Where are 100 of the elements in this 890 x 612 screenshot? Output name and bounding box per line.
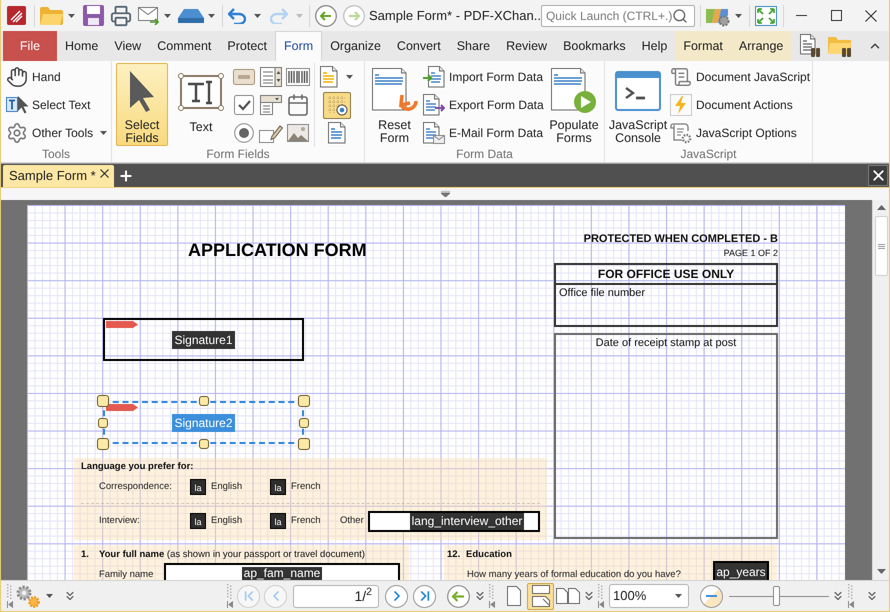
app-logo-icon[interactable] — [7, 6, 26, 25]
list-box-field-icon[interactable] — [260, 67, 282, 87]
scroll-down-icon[interactable] — [876, 569, 886, 574]
resize-handle[interactable] — [98, 418, 108, 428]
javascript-options-button[interactable]: JavaScript Options — [668, 119, 812, 147]
caret-icon[interactable] — [164, 14, 171, 18]
radio-button-field-icon[interactable] — [234, 123, 254, 143]
ribbon-tab[interactable]: File — [3, 31, 57, 61]
select-fields-button[interactable]: Select Fields — [116, 63, 168, 146]
combo-box-field-icon[interactable] — [260, 95, 282, 115]
caret-icon[interactable] — [346, 75, 353, 79]
document-icon[interactable] — [328, 122, 346, 144]
search-icon[interactable] — [672, 8, 688, 24]
resize-handle[interactable] — [97, 438, 109, 450]
toolbar-grip-icon[interactable] — [489, 584, 495, 608]
tool-button[interactable]: Select Text — [4, 91, 110, 119]
maximize-icon[interactable] — [830, 10, 842, 21]
resize-handle[interactable] — [198, 396, 208, 406]
text-select-icon[interactable] — [6, 95, 28, 115]
document-actions-button[interactable]: Document Actions — [668, 91, 812, 119]
fullscreen-icon[interactable] — [754, 6, 777, 26]
barcode-field-icon[interactable] — [286, 68, 310, 86]
resize-handle[interactable] — [198, 439, 208, 449]
text-field[interactable]: lang_interview_other — [368, 510, 540, 532]
populate-forms-button[interactable]: Populate Forms — [546, 63, 602, 146]
folder-binoculars-icon[interactable] — [828, 34, 854, 58]
lightning-icon[interactable] — [670, 94, 692, 116]
image-field-icon[interactable] — [286, 124, 308, 142]
reset-form-button[interactable]: Reset Form — [368, 63, 421, 146]
button-field-icon[interactable] — [232, 69, 254, 85]
ribbon-tab[interactable]: View — [106, 31, 150, 61]
text-field[interactable]: ap_years — [713, 561, 769, 580]
pointer-arrow-icon[interactable] — [129, 70, 155, 112]
envelope-icon[interactable] — [138, 6, 160, 24]
caret-icon[interactable] — [254, 14, 261, 18]
ribbon-tab[interactable]: Protect — [219, 31, 276, 61]
document-play-icon[interactable] — [551, 68, 597, 114]
scroll-thumb[interactable] — [874, 216, 888, 276]
toolbar-grip-icon[interactable] — [227, 584, 233, 608]
slider-thumb[interactable] — [773, 586, 780, 606]
dropdown-triangle-icon[interactable] — [440, 191, 450, 197]
gear-icon[interactable] — [6, 122, 28, 144]
document-javascript-button[interactable]: Document JavaScript — [668, 63, 812, 91]
scroll-gear-icon[interactable] — [670, 122, 692, 144]
close-icon[interactable] — [865, 10, 878, 22]
next-page-button[interactable] — [385, 584, 408, 608]
checkbox-field[interactable]: la — [190, 513, 206, 529]
ribbon-tab[interactable]: Format — [675, 31, 731, 61]
javascript-console-button[interactable]: JavaScript Console — [608, 63, 668, 146]
text-field[interactable]: ap_fam_name — [164, 563, 400, 580]
scroll-icon[interactable] — [670, 66, 692, 88]
caret-icon[interactable] — [46, 594, 53, 598]
toolbar-grip-icon[interactable] — [7, 584, 13, 608]
import-form-data-button[interactable]: Import Form Data — [421, 63, 546, 91]
tool-button[interactable]: Hand — [4, 63, 110, 91]
gears-icon[interactable] — [15, 584, 41, 608]
printer-icon[interactable] — [110, 4, 132, 26]
quick-launch-field[interactable]: Quick Launch (CTRL+.) — [540, 4, 695, 26]
ribbon-tab[interactable]: Help — [634, 31, 676, 61]
checkbox-field[interactable]: la — [270, 513, 286, 529]
page-layout-button[interactable] — [527, 582, 554, 610]
toolbar-grip-icon[interactable] — [598, 584, 604, 608]
ribbon-tab[interactable]: Convert — [388, 31, 449, 61]
document-binoculars-icon[interactable] — [800, 34, 822, 58]
checkbox-field-icon[interactable] — [234, 95, 254, 115]
resize-handle[interactable] — [97, 395, 109, 407]
resize-handle[interactable] — [298, 438, 310, 450]
text-field-icon[interactable] — [178, 73, 224, 111]
document-tab[interactable]: Sample Form * — [3, 165, 114, 187]
toolbar-grip-icon[interactable] — [848, 584, 854, 608]
minimize-icon[interactable] — [796, 15, 807, 16]
caret-icon[interactable] — [734, 14, 742, 18]
vertical-scrollbar[interactable] — [872, 200, 889, 580]
calendar-icon[interactable] — [286, 93, 310, 117]
document-icon[interactable] — [320, 66, 338, 88]
document-mail-icon[interactable] — [423, 122, 445, 144]
caret-icon[interactable] — [208, 14, 215, 18]
caret-icon[interactable] — [675, 594, 682, 598]
checkbox-field[interactable]: la — [190, 479, 206, 495]
zoom-combo-box[interactable]: 100% — [609, 584, 689, 608]
ribbon-tab[interactable]: Comment — [149, 31, 220, 61]
scroll-up-icon[interactable] — [876, 205, 886, 210]
caret-icon[interactable] — [100, 131, 108, 135]
terminal-window-icon[interactable] — [615, 71, 661, 111]
document-export-icon[interactable] — [423, 94, 445, 116]
export-form-data-button[interactable]: Export Form Data — [421, 91, 546, 119]
tool-button[interactable]: Other Tools — [4, 119, 110, 147]
zoom-out-button[interactable] — [700, 584, 723, 608]
scanner-icon[interactable] — [178, 8, 204, 22]
ribbon-tab[interactable]: Share — [448, 31, 498, 61]
document-reset-icon[interactable] — [372, 68, 418, 114]
ribbon-tab[interactable]: Organize — [322, 31, 389, 61]
ribbon-tab[interactable]: Home — [57, 31, 106, 61]
ribbon-tab[interactable]: Arrange — [730, 31, 792, 61]
ribbon-tab[interactable]: Review — [498, 31, 556, 61]
caret-icon[interactable] — [68, 14, 75, 18]
text-field-button[interactable]: Text — [174, 63, 228, 146]
close-tab-icon[interactable] — [100, 168, 109, 178]
signature-field-icon[interactable] — [258, 123, 282, 143]
resize-handle[interactable] — [298, 395, 310, 407]
